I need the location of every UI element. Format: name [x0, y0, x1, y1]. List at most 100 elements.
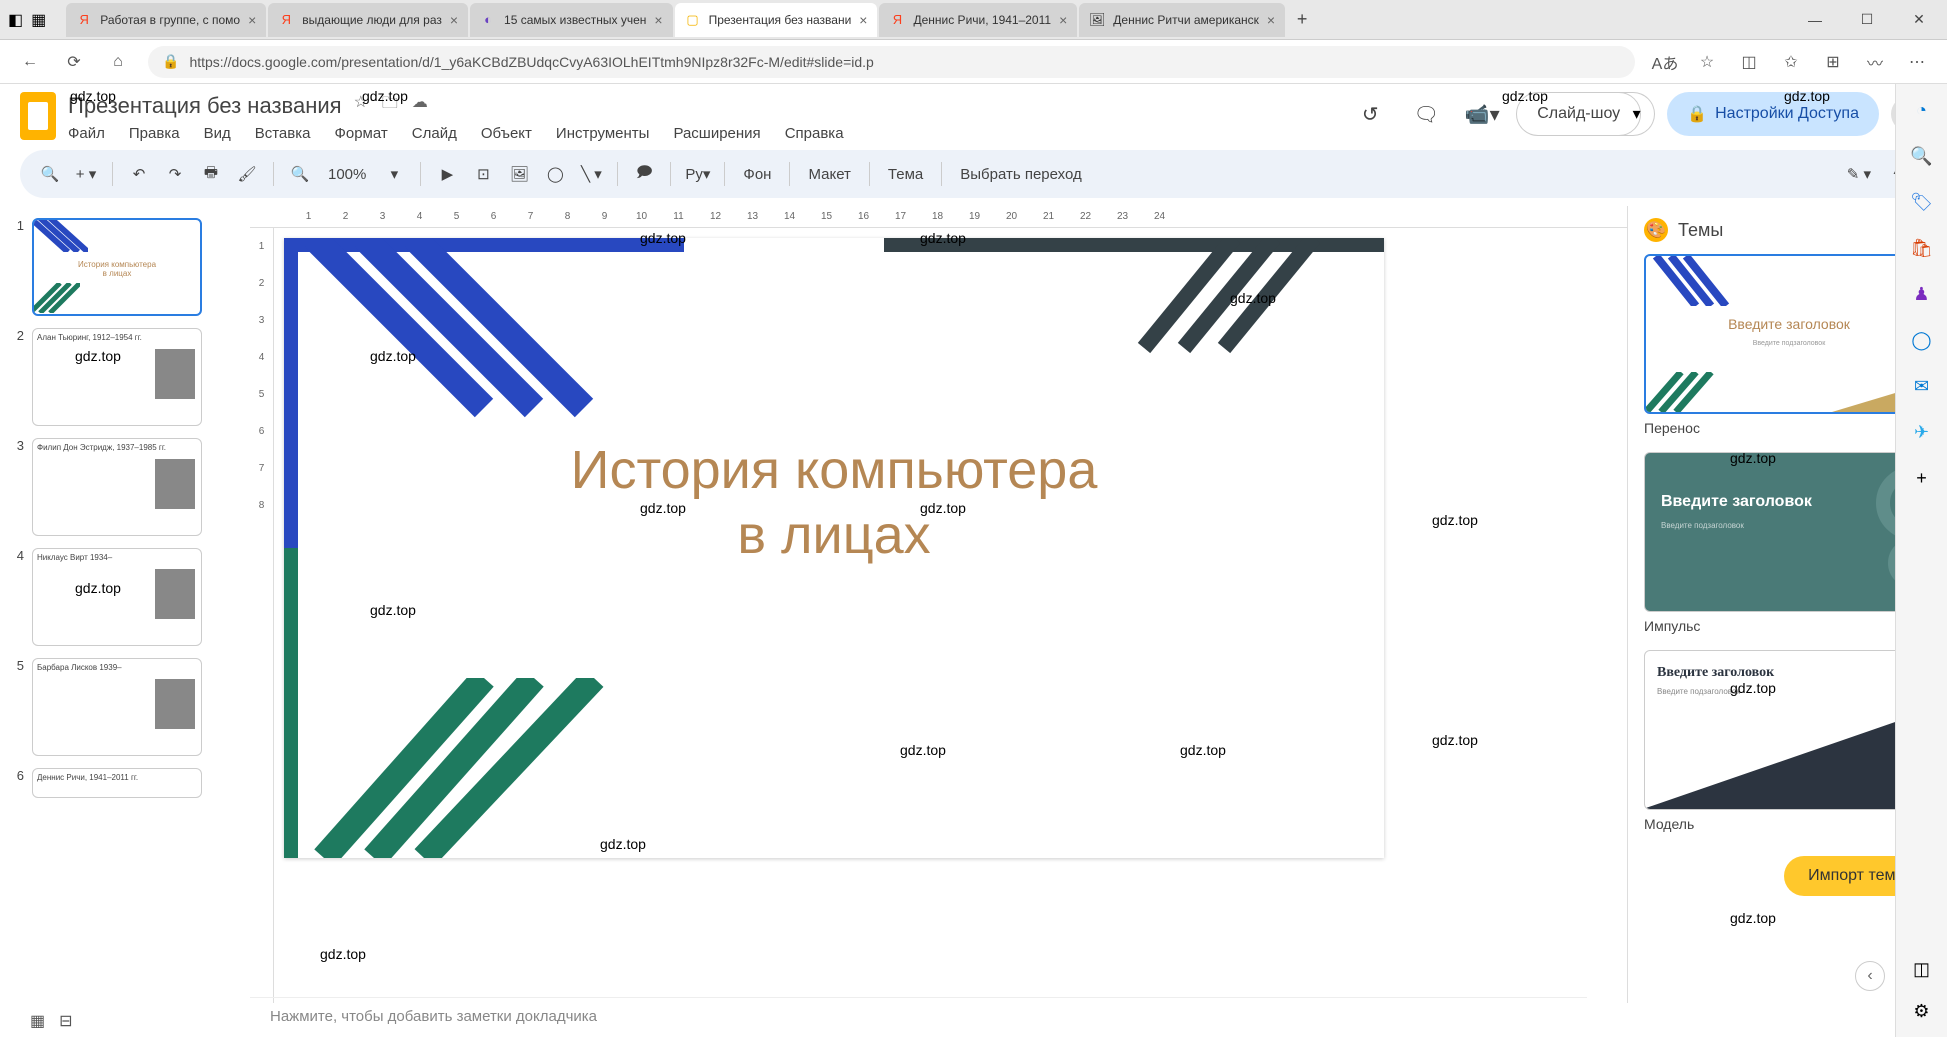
- zoom-level[interactable]: 100%: [320, 166, 374, 183]
- search-side-icon[interactable]: 🔍: [1908, 142, 1936, 170]
- menu-format[interactable]: Формат: [334, 125, 387, 142]
- folder-icon[interactable]: 🗀: [382, 92, 398, 119]
- close-tab-icon[interactable]: ×: [248, 12, 256, 28]
- meet-icon[interactable]: 📹▾: [1460, 92, 1504, 136]
- thumbnail-slide-6[interactable]: Деннис Ричи, 1941–2011 гг.: [32, 768, 202, 798]
- site-icon: ◐: [480, 12, 496, 28]
- cloud-icon[interactable]: ☁: [412, 92, 428, 119]
- menu-extensions[interactable]: Расширения: [673, 125, 760, 142]
- theme-preview-impuls[interactable]: Введите заголовок Введите подзаголовок: [1644, 452, 1934, 612]
- close-window-button[interactable]: ✕: [1899, 5, 1939, 35]
- home-button[interactable]: ⌂: [104, 48, 132, 76]
- menu-insert[interactable]: Вставка: [255, 125, 311, 142]
- tabs-icon[interactable]: ▦: [31, 10, 46, 30]
- menu-file[interactable]: Файл: [68, 125, 105, 142]
- thumbnail-slide-5[interactable]: Барбара Лисков 1939–: [32, 658, 202, 756]
- more-icon[interactable]: ⋯: [1903, 48, 1931, 76]
- extensions-icon[interactable]: ⊞: [1819, 48, 1847, 76]
- menu-view[interactable]: Вид: [204, 125, 231, 142]
- slides-logo[interactable]: [20, 92, 56, 140]
- thumbnail-slide-3[interactable]: Филип Дон Эстридж, 1937–1985 гг.: [32, 438, 202, 536]
- price-icon[interactable]: 🏷: [1908, 188, 1936, 216]
- comments-icon[interactable]: 🗨: [1404, 92, 1448, 136]
- close-tab-icon[interactable]: ×: [1059, 12, 1067, 28]
- line-tool[interactable]: ╲ ▾: [575, 158, 607, 190]
- browser-tab[interactable]: 🖼Деннис Ритчи американск×: [1079, 3, 1285, 37]
- paint-format-button[interactable]: 🖌: [231, 158, 263, 190]
- layout-button[interactable]: Макет: [800, 166, 858, 183]
- shape-tool[interactable]: ◯: [539, 158, 571, 190]
- zoom-dropdown[interactable]: ▾: [378, 158, 410, 190]
- menu-tools[interactable]: Инструменты: [556, 125, 650, 142]
- favorite-icon[interactable]: ☆: [1693, 48, 1721, 76]
- close-tab-icon[interactable]: ×: [654, 12, 662, 28]
- tools-icon[interactable]: ◯: [1908, 326, 1936, 354]
- browser-tab[interactable]: ◐15 самых известных учен×: [470, 3, 673, 37]
- menu-edit[interactable]: Правка: [129, 125, 180, 142]
- redo-button[interactable]: ↷: [159, 158, 191, 190]
- theme-preview-model[interactable]: Введите заголовок Введите подзаголовок: [1644, 650, 1934, 810]
- refresh-button[interactable]: ⟳: [60, 48, 88, 76]
- browser-tab[interactable]: Явыдающие люди для раз×: [268, 3, 468, 37]
- transition-button[interactable]: Выбрать переход: [952, 166, 1090, 183]
- url-input[interactable]: 🔒 https://docs.google.com/presentation/d…: [148, 46, 1635, 78]
- slide-canvas[interactable]: История компьютерав лицах: [284, 238, 1384, 858]
- select-tool[interactable]: ▶: [431, 158, 463, 190]
- document-title[interactable]: Презентация без названия: [68, 93, 342, 119]
- reader-icon[interactable]: Aあ: [1651, 48, 1679, 76]
- minimize-button[interactable]: —: [1795, 5, 1835, 35]
- speaker-notes[interactable]: Нажмите, чтобы добавить заметки докладчи…: [250, 997, 1587, 1037]
- theme-preview-perenos[interactable]: Введите заголовок Введите подзаголовок: [1644, 254, 1934, 414]
- side-panel-toggle[interactable]: ◫: [1908, 955, 1936, 983]
- telegram-icon[interactable]: ✈: [1908, 418, 1936, 446]
- history-icon[interactable]: ↺: [1348, 92, 1392, 136]
- explore-icon[interactable]: ‹: [1855, 961, 1885, 991]
- browser-tab-active[interactable]: ▢Презентация без названи×: [675, 3, 878, 37]
- theme-button[interactable]: Тема: [880, 166, 931, 183]
- browser-tab[interactable]: ЯДеннис Ричи, 1941–2011×: [879, 3, 1077, 37]
- collections-icon[interactable]: ◫: [1735, 48, 1763, 76]
- shopping-icon[interactable]: 🛍: [1908, 234, 1936, 262]
- menu-object[interactable]: Объект: [481, 125, 532, 142]
- close-tab-icon[interactable]: ×: [859, 12, 867, 28]
- main-area: 1 История компьютерав лицах 2 Алан Тьюри…: [0, 206, 1947, 1003]
- share-button[interactable]: 🔒 Настройки Доступа: [1667, 92, 1879, 136]
- menu-help[interactable]: Справка: [785, 125, 844, 142]
- copilot-icon[interactable]: ◔: [1908, 96, 1936, 124]
- settings-icon[interactable]: ⚙: [1908, 997, 1936, 1025]
- grid-view-icon[interactable]: ▦: [30, 1011, 45, 1031]
- favorites2-icon[interactable]: ✩: [1777, 48, 1805, 76]
- filmstrip-view-icon[interactable]: ⊟: [59, 1011, 72, 1031]
- textbox-tool[interactable]: ⊡: [467, 158, 499, 190]
- maximize-button[interactable]: ☐: [1847, 5, 1887, 35]
- games-icon[interactable]: ♟: [1908, 280, 1936, 308]
- print-button[interactable]: 🖶: [195, 158, 227, 190]
- slide-title-text[interactable]: История компьютерав лицах: [284, 438, 1384, 568]
- py-tool[interactable]: Py ▾: [681, 158, 714, 190]
- star-icon[interactable]: ☆: [354, 92, 368, 119]
- menu-icon[interactable]: ◧: [8, 10, 23, 30]
- back-button[interactable]: ←: [16, 48, 44, 76]
- edit-mode-dropdown[interactable]: ✎ ▾: [1843, 158, 1875, 190]
- zoom-out-button[interactable]: 🔍: [284, 158, 316, 190]
- close-tab-icon[interactable]: ×: [450, 12, 458, 28]
- yandex-icon: Я: [76, 12, 92, 28]
- thumbnail-slide-2[interactable]: Алан Тьюринг, 1912–1954 гг.: [32, 328, 202, 426]
- slideshow-dropdown[interactable]: ▾: [1619, 92, 1655, 136]
- add-tool-icon[interactable]: +: [1908, 464, 1936, 492]
- lock-icon: 🔒: [1687, 104, 1707, 124]
- menu-slide[interactable]: Слайд: [412, 125, 457, 142]
- image-tool[interactable]: 🖼: [503, 158, 535, 190]
- new-tab-button[interactable]: +: [1287, 5, 1317, 35]
- comment-tool[interactable]: 🗩: [628, 158, 660, 190]
- browser-tab[interactable]: ЯРаботая в группе, с помо×: [66, 3, 266, 37]
- background-button[interactable]: Фон: [735, 166, 779, 183]
- undo-button[interactable]: ↶: [123, 158, 155, 190]
- thumbnail-slide-1[interactable]: История компьютерав лицах: [32, 218, 202, 316]
- close-tab-icon[interactable]: ×: [1267, 12, 1275, 28]
- new-slide-button[interactable]: + ▾: [70, 158, 102, 190]
- search-icon[interactable]: 🔍: [34, 158, 66, 190]
- performance-icon[interactable]: 〰: [1861, 48, 1889, 76]
- thumbnail-slide-4[interactable]: Никлаус Вирт 1934–: [32, 548, 202, 646]
- outlook-icon[interactable]: ✉: [1908, 372, 1936, 400]
